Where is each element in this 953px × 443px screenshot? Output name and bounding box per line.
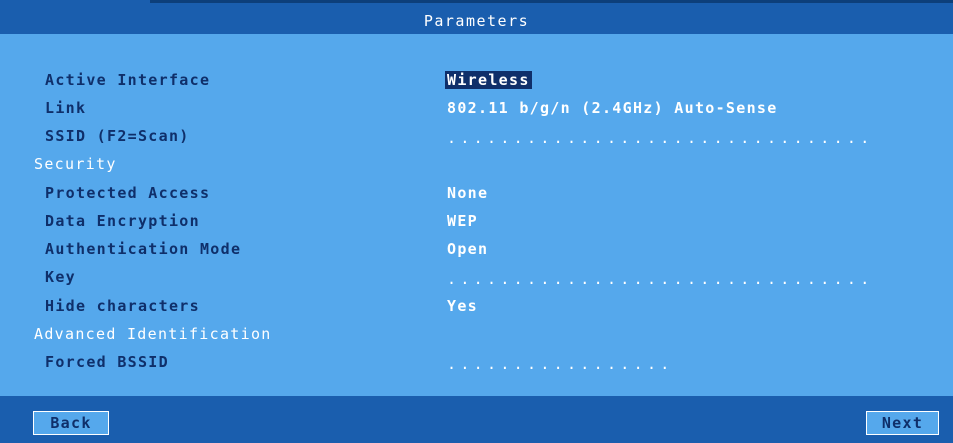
authentication-mode-value[interactable]: Open xyxy=(447,239,488,259)
key-input[interactable]: ................................ xyxy=(447,269,874,289)
data-encryption-value[interactable]: WEP xyxy=(447,211,478,231)
link-label: Link xyxy=(45,99,87,117)
ssid-label: SSID (F2=Scan) xyxy=(45,127,190,145)
active-interface-value[interactable]: Wireless xyxy=(445,71,532,89)
authentication-mode-label: Authentication Mode xyxy=(45,240,242,258)
key-label: Key xyxy=(45,268,76,286)
data-encryption-label: Data Encryption xyxy=(45,212,200,230)
parameters-screen: Parameters Active Interface Wireless Lin… xyxy=(0,0,953,443)
protected-access-value[interactable]: None xyxy=(447,183,488,203)
hide-characters-label: Hide characters xyxy=(45,297,200,315)
protected-access-label: Protected Access xyxy=(45,184,211,202)
next-button[interactable]: Next xyxy=(866,411,939,435)
link-value[interactable]: 802.11 b/g/n (2.4GHz) Auto-Sense xyxy=(447,98,778,118)
title-bar-accent xyxy=(0,0,150,3)
hide-characters-value[interactable]: Yes xyxy=(447,296,478,316)
parameters-panel: Active Interface Wireless Link 802.11 b/… xyxy=(0,34,953,396)
forced-bssid-label: Forced BSSID xyxy=(45,353,169,371)
security-section-heading: Security xyxy=(34,155,117,173)
back-button[interactable]: Back xyxy=(33,411,109,435)
forced-bssid-input[interactable]: ................. xyxy=(447,354,674,374)
advanced-identification-section-heading: Advanced Identification xyxy=(34,325,272,343)
footer-bar: Back Next xyxy=(0,396,953,443)
active-interface-label: Active Interface xyxy=(45,71,211,89)
title-bar: Parameters xyxy=(0,0,953,34)
active-interface-field[interactable]: Wireless xyxy=(445,70,532,90)
window-title: Parameters xyxy=(423,12,530,30)
ssid-input[interactable]: ................................ xyxy=(447,128,874,148)
